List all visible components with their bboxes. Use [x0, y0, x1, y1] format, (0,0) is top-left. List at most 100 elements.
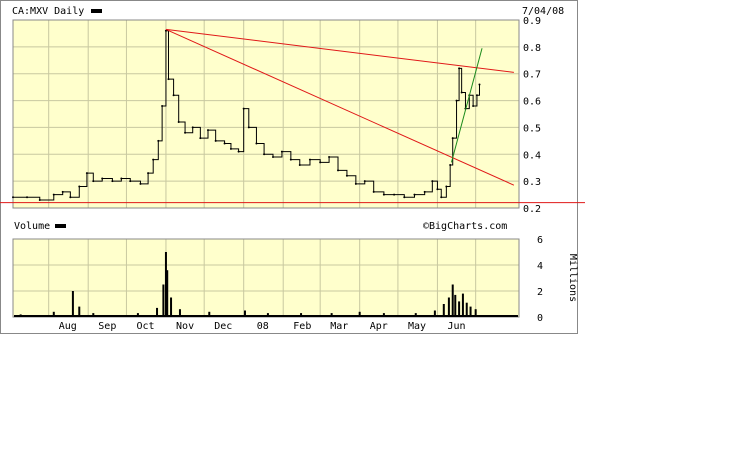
- price-point: [101, 177, 104, 180]
- price-point: [363, 180, 366, 183]
- x-tick-label: Oct: [137, 321, 155, 332]
- price-point: [354, 182, 357, 185]
- price-point: [38, 198, 41, 201]
- price-point: [12, 196, 14, 199]
- price-point: [372, 190, 375, 193]
- chart-title: CA:MXV Daily: [12, 6, 84, 17]
- y-tick-label: 6: [537, 235, 543, 246]
- price-point: [455, 99, 458, 102]
- price-point: [458, 67, 461, 70]
- price-point: [69, 196, 72, 199]
- price-point: [161, 104, 164, 107]
- volume-bar: [447, 297, 450, 317]
- price-point: [120, 177, 123, 180]
- price-point: [152, 158, 155, 161]
- volume-bar: [461, 293, 464, 317]
- volume-ylabel: Millions: [567, 254, 578, 302]
- price-point: [451, 137, 454, 140]
- price-point: [129, 180, 132, 183]
- price-point: [184, 131, 187, 134]
- price-point: [393, 193, 396, 196]
- price-point: [328, 155, 331, 158]
- price-point: [61, 190, 64, 193]
- volume-baseline: [14, 315, 518, 317]
- y-tick-label: 0.6: [523, 97, 541, 108]
- price-point: [475, 94, 478, 97]
- y-tick-label: 0.4: [523, 150, 541, 161]
- price-point: [255, 142, 258, 145]
- price-point: [345, 174, 348, 177]
- price-point: [214, 139, 217, 142]
- price-header: [1, 1, 577, 20]
- price-point: [413, 193, 416, 196]
- price-point: [247, 126, 250, 129]
- x-tick-label: Dec: [214, 321, 232, 332]
- x-tick-label: Feb: [293, 321, 311, 332]
- price-point: [272, 155, 275, 158]
- price-point: [431, 180, 434, 183]
- y-tick-label: 0.5: [523, 123, 541, 134]
- price-point: [157, 139, 160, 142]
- price-point: [382, 193, 385, 196]
- price-point: [460, 91, 463, 94]
- price-point: [308, 158, 311, 161]
- volume-bar: [162, 284, 165, 317]
- price-point: [289, 158, 292, 161]
- y-tick-label: 0.7: [523, 70, 541, 81]
- price-point: [147, 172, 150, 175]
- volume-legend-swatch: [55, 224, 66, 228]
- volume-bar: [166, 270, 169, 317]
- volume-bar: [451, 284, 454, 317]
- price-point: [167, 78, 170, 81]
- price-point: [52, 193, 55, 196]
- x-tick-label: Nov: [176, 321, 194, 332]
- x-tick-label: Jun: [448, 321, 466, 332]
- price-point: [242, 107, 245, 110]
- price-point: [403, 196, 406, 199]
- y-tick-label: 2: [537, 287, 543, 298]
- y-tick-label: 0.2: [523, 204, 541, 215]
- price-point: [207, 129, 210, 132]
- volume-bar: [458, 301, 461, 317]
- price-point: [139, 182, 142, 185]
- x-tick-label: Mar: [330, 321, 348, 332]
- price-point: [237, 150, 240, 153]
- price-point: [191, 126, 194, 129]
- x-tick-label: 08: [257, 321, 269, 332]
- price-point: [85, 172, 88, 175]
- price-point: [111, 180, 114, 183]
- price-point: [298, 164, 301, 167]
- price-point: [472, 104, 475, 107]
- volume-bar: [71, 291, 74, 317]
- y-tick-label: 4: [537, 261, 543, 272]
- price-point: [26, 196, 29, 199]
- legend-swatch: [91, 9, 102, 13]
- price-point: [337, 169, 340, 172]
- price-plot-area: [13, 20, 519, 208]
- price-point: [319, 161, 322, 164]
- x-tick-label: Sep: [98, 321, 116, 332]
- price-point: [445, 185, 448, 188]
- x-tick-label: Apr: [370, 321, 388, 332]
- price-point: [436, 188, 439, 191]
- volume-bar: [170, 297, 173, 317]
- price-point: [78, 185, 81, 188]
- price-point: [223, 142, 226, 145]
- price-point: [172, 94, 175, 97]
- price-point: [263, 153, 266, 156]
- price-point: [199, 137, 202, 140]
- volume-title: Volume: [14, 221, 50, 232]
- price-point: [229, 147, 232, 150]
- y-tick-label: 0.8: [523, 43, 541, 54]
- price-point: [92, 180, 95, 183]
- x-tick-label: May: [408, 321, 426, 332]
- price-point: [440, 196, 443, 199]
- y-tick-label: 0.3: [523, 177, 541, 188]
- price-point: [280, 150, 283, 153]
- price-point: [478, 83, 481, 86]
- y-tick-label: 0: [537, 313, 543, 324]
- price-point: [423, 190, 426, 193]
- y-tick-label: 0.9: [523, 16, 541, 27]
- volume-bar: [454, 294, 457, 317]
- price-point: [449, 164, 452, 167]
